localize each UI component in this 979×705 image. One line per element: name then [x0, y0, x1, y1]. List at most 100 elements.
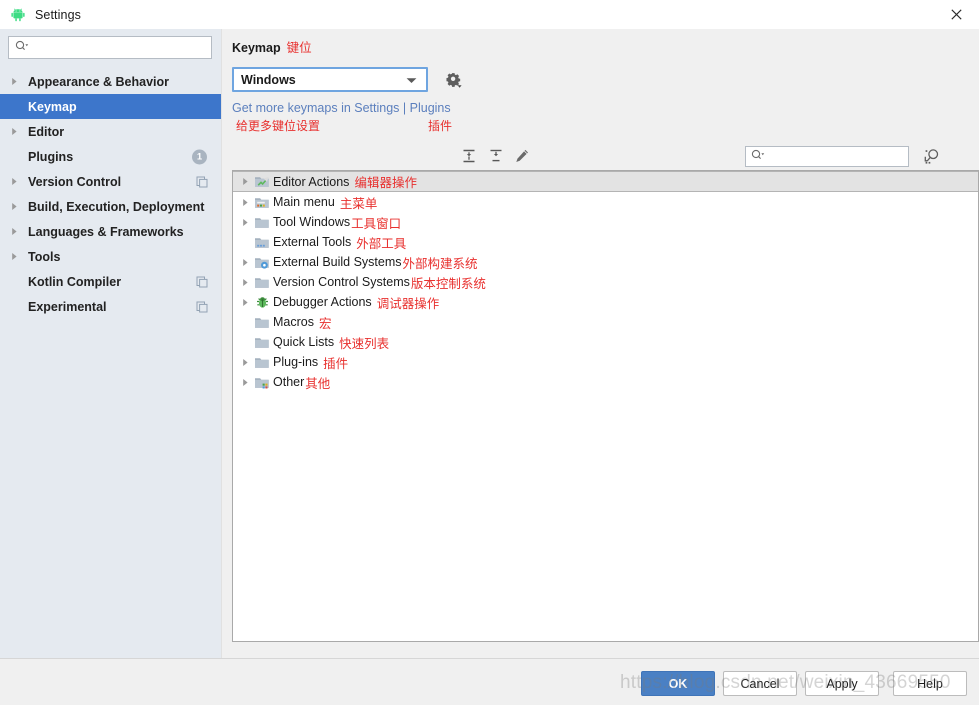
tree-row-annotation: 调试器操作	[376, 296, 440, 311]
sidebar-item-build-execution-deployment[interactable]: Build, Execution, Deployment	[0, 194, 221, 219]
tree-row-label: Version Control Systems	[273, 275, 410, 289]
other-folder-icon	[253, 372, 271, 392]
tree-row[interactable]: Other 其他	[233, 372, 978, 392]
tree-row[interactable]: Quick Lists 快速列表	[233, 332, 978, 352]
search-input[interactable]	[32, 40, 192, 55]
tree-row-label: External Tools	[273, 235, 352, 249]
help-button[interactable]: Help	[893, 671, 967, 696]
keymap-settings-gear-button[interactable]	[444, 70, 464, 90]
cancel-button[interactable]: Cancel	[723, 671, 797, 696]
sidebar-item-appearance-behavior[interactable]: Appearance & Behavior	[0, 69, 221, 94]
keymap-search-box[interactable]	[745, 146, 909, 167]
tree-row[interactable]: External Build Systems 外部构建系统	[233, 252, 978, 272]
main-menu-folder-icon	[253, 192, 271, 212]
keymap-search-input[interactable]	[768, 149, 886, 164]
tree-row[interactable]: Plug-ins 插件	[233, 352, 978, 372]
folder-icon	[253, 212, 271, 232]
sidebar-item-label: Appearance & Behavior	[28, 74, 170, 89]
chevron-right-icon[interactable]	[237, 192, 253, 212]
debugger-bug-icon	[253, 292, 271, 312]
dialog-footer: OK Cancel Apply Help	[0, 659, 979, 705]
nav-arrow-spacer	[10, 94, 24, 119]
chevron-right-icon[interactable]	[237, 292, 253, 312]
collapse-all-button[interactable]	[485, 145, 507, 167]
tree-row[interactable]: Version Control Systems 版本控制系统	[233, 272, 978, 292]
tree-row-annotation: 其他	[305, 376, 331, 391]
tree-row-label: Main menu	[273, 195, 335, 209]
tree-row-annotation: 工具窗口	[351, 216, 402, 231]
chevron-right-icon[interactable]	[237, 352, 253, 372]
tree-row-label: Debugger Actions	[273, 295, 372, 309]
settings-link[interactable]: Settings	[354, 101, 399, 115]
tree-row-annotation: 编辑器操作	[354, 176, 417, 190]
sidebar-item-keymap[interactable]: Keymap	[0, 94, 221, 119]
page-title-cn: 键位	[286, 41, 312, 55]
tree-row[interactable]: Main menu 主菜单	[233, 192, 978, 212]
keymap-links-row: Get more keymaps in Settings | Plugins 给…	[232, 101, 632, 135]
android-robot-icon	[10, 7, 26, 23]
sidebar-item-editor[interactable]: Editor	[0, 119, 221, 144]
find-by-shortcut-button[interactable]	[919, 144, 943, 168]
chevron-right-icon[interactable]	[10, 219, 24, 244]
chevron-right-icon[interactable]	[237, 252, 253, 272]
close-button[interactable]	[933, 0, 979, 29]
collapse-all-icon	[490, 149, 502, 162]
tree-row-label: Plug-ins	[273, 355, 319, 369]
tree-row[interactable]: Macros 宏	[233, 312, 978, 332]
external-tools-folder-icon	[253, 232, 271, 252]
sidebar-item-version-control[interactable]: Version Control	[0, 169, 221, 194]
gear-icon	[446, 72, 462, 88]
tree-row-label: Other	[273, 375, 305, 389]
edit-shortcut-button[interactable]	[511, 145, 533, 167]
nav-arrow-spacer	[10, 144, 24, 169]
tree-row[interactable]: External Tools 外部工具	[233, 232, 978, 252]
build-systems-folder-icon	[253, 252, 271, 272]
tree-row[interactable]: Tool Windows 工具窗口	[233, 212, 978, 232]
keymap-selector-row: Windows	[232, 67, 464, 92]
chevron-right-icon[interactable]	[237, 372, 253, 392]
sidebar-item-kotlin-compiler[interactable]: Kotlin Compiler	[0, 269, 221, 294]
tree-row[interactable]: Debugger Actions 调试器操作	[233, 292, 978, 312]
tree-row[interactable]: Editor Actions 编辑器操作	[233, 171, 978, 192]
folder-icon	[253, 312, 271, 332]
chevron-right-icon[interactable]	[10, 244, 24, 269]
copy-settings-icon[interactable]	[196, 276, 208, 288]
window-title: Settings	[35, 7, 81, 22]
folder-icon	[253, 352, 271, 372]
page-title-en: Keymap	[232, 41, 281, 55]
tree-row-label: Tool Windows	[273, 215, 351, 229]
tree-arrow-spacer	[237, 232, 253, 252]
chevron-right-icon[interactable]	[10, 194, 24, 219]
sidebar-item-experimental[interactable]: Experimental	[0, 294, 221, 319]
apply-button[interactable]: Apply	[805, 671, 879, 696]
copy-settings-icon[interactable]	[196, 176, 208, 188]
ok-button[interactable]: OK	[641, 671, 715, 696]
expand-all-button[interactable]	[458, 145, 480, 167]
chevron-right-icon[interactable]	[10, 169, 24, 194]
chevron-right-icon[interactable]	[10, 119, 24, 144]
keymap-action-tree[interactable]: Editor Actions 编辑器操作 Main menu 主菜单 Tool Wind…	[232, 170, 979, 642]
sidebar-item-label: Keymap	[28, 99, 77, 114]
settings-search-box[interactable]	[8, 36, 212, 59]
link-prefix: Get more keymaps in	[232, 101, 355, 115]
chevron-right-icon[interactable]	[237, 212, 253, 232]
tree-row-annotation: 插件	[323, 356, 349, 371]
sidebar-item-languages-frameworks[interactable]: Languages & Frameworks	[0, 219, 221, 244]
tree-row-annotation: 外部构建系统	[402, 256, 478, 271]
settings-window: Settings Appearance & Behavior Keymap Edit…	[0, 0, 979, 705]
sidebar-item-tools[interactable]: Tools	[0, 244, 221, 269]
plugins-link[interactable]: Plugins	[410, 101, 451, 115]
sidebar-item-label: Tools	[28, 249, 61, 264]
search-icon	[751, 148, 765, 166]
chevron-right-icon[interactable]	[237, 272, 253, 292]
tree-row-label: External Build Systems	[273, 255, 402, 269]
tree-row-annotation: 主菜单	[339, 196, 378, 211]
chevron-right-icon[interactable]	[10, 69, 24, 94]
keymap-select[interactable]: Windows	[232, 67, 428, 92]
page-title: Keymap 键位	[232, 37, 312, 56]
chevron-right-icon[interactable]	[237, 172, 253, 192]
keymap-select-value: Windows	[241, 72, 296, 87]
chevron-down-icon	[406, 71, 417, 89]
sidebar-item-plugins[interactable]: Plugins 1	[0, 144, 221, 169]
copy-settings-icon[interactable]	[196, 301, 208, 313]
